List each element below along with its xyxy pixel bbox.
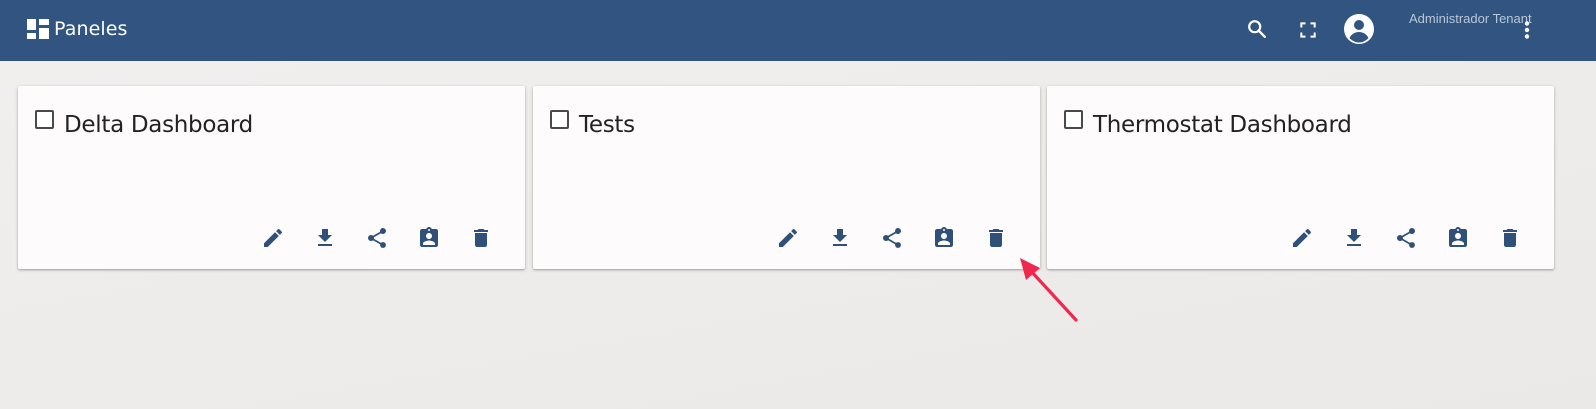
assign-customer-button[interactable] bbox=[403, 224, 455, 252]
dashboard-card[interactable]: Thermostat Dashboard bbox=[1047, 86, 1554, 269]
fullscreen-icon bbox=[1300, 22, 1316, 38]
user-avatar-button[interactable] bbox=[1339, 9, 1379, 49]
assign-customer-button[interactable] bbox=[918, 224, 970, 252]
delete-icon bbox=[1503, 229, 1517, 247]
share-button[interactable] bbox=[866, 224, 918, 252]
search-icon bbox=[1248, 20, 1266, 38]
account-circle-icon bbox=[1344, 14, 1374, 44]
dashboard-title[interactable]: Thermostat Dashboard bbox=[1093, 112, 1352, 138]
top-toolbar: Paneles Administrador Tenant bbox=[0, 0, 1596, 61]
select-checkbox[interactable] bbox=[550, 110, 569, 129]
export-button[interactable] bbox=[814, 224, 866, 252]
edit-icon bbox=[264, 228, 283, 247]
dashboard-card[interactable]: Delta Dashboard bbox=[18, 86, 525, 269]
download-icon bbox=[318, 229, 332, 246]
page-title: Paneles bbox=[54, 18, 128, 40]
share-button[interactable] bbox=[351, 224, 403, 252]
edit-button[interactable] bbox=[762, 224, 814, 252]
select-checkbox[interactable] bbox=[35, 110, 54, 129]
delete-icon bbox=[474, 229, 488, 247]
fullscreen-button[interactable] bbox=[1288, 10, 1328, 50]
delete-button[interactable] bbox=[455, 224, 507, 252]
export-button[interactable] bbox=[299, 224, 351, 252]
download-icon bbox=[1347, 229, 1361, 246]
select-checkbox[interactable] bbox=[1064, 110, 1083, 129]
delete-icon bbox=[989, 229, 1003, 247]
share-button[interactable] bbox=[1380, 224, 1432, 252]
card-actions bbox=[1276, 224, 1536, 252]
dashboard-card[interactable]: Tests bbox=[533, 86, 1040, 269]
share-icon bbox=[883, 228, 901, 248]
edit-icon bbox=[1293, 228, 1312, 247]
edit-icon bbox=[779, 228, 798, 247]
assign-customer-icon bbox=[1449, 227, 1467, 247]
assign-customer-icon bbox=[420, 227, 438, 247]
card-actions bbox=[762, 224, 1022, 252]
search-button[interactable] bbox=[1237, 9, 1277, 49]
dashboard-icon bbox=[27, 19, 49, 39]
more-vert-icon bbox=[1524, 21, 1530, 39]
dashboard-title[interactable]: Tests bbox=[579, 112, 635, 138]
more-menu-button[interactable] bbox=[1507, 10, 1547, 50]
dashboard-title[interactable]: Delta Dashboard bbox=[64, 112, 253, 138]
download-icon bbox=[833, 229, 847, 246]
edit-button[interactable] bbox=[1276, 224, 1328, 252]
share-icon bbox=[1397, 228, 1415, 248]
delete-button[interactable] bbox=[1484, 224, 1536, 252]
assign-customer-icon bbox=[935, 227, 953, 247]
delete-button[interactable] bbox=[970, 224, 1022, 252]
export-button[interactable] bbox=[1328, 224, 1380, 252]
assign-customer-button[interactable] bbox=[1432, 224, 1484, 252]
share-icon bbox=[368, 228, 386, 248]
card-actions bbox=[247, 224, 507, 252]
edit-button[interactable] bbox=[247, 224, 299, 252]
